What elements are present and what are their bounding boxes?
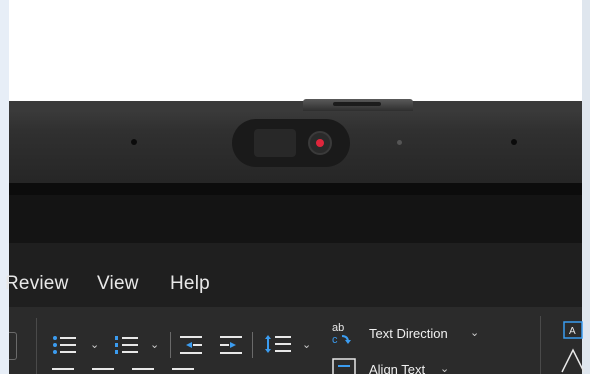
screen-top-edge <box>9 183 582 195</box>
numbering-button[interactable] <box>114 334 142 356</box>
tab-help[interactable]: Help <box>170 273 210 295</box>
right-gutter <box>582 0 590 374</box>
shape-icon: A <box>560 320 586 374</box>
bullets-icon <box>52 334 80 356</box>
line-spacing-icon <box>264 332 294 356</box>
webcam-shutter-tab <box>303 99 413 111</box>
numbering-dropdown-chevron[interactable]: ⌄ <box>150 338 159 351</box>
text-direction-button[interactable]: ab c <box>330 320 356 346</box>
bullets-dropdown-chevron[interactable]: ⌄ <box>90 338 99 351</box>
decrease-indent-icon <box>178 334 204 356</box>
svg-text:ab: ab <box>332 322 344 334</box>
webcam-lens-icon <box>308 131 332 155</box>
tab-view[interactable]: View <box>97 273 139 295</box>
align-text-icon <box>332 358 358 374</box>
group-separator-2 <box>540 316 541 374</box>
ribbon-tab-bar <box>9 243 582 307</box>
sensor-dot-middle <box>397 140 402 145</box>
screenshot-frame: Review View Help ⌄ ⌄ ⌄ ab c Text Directi… <box>0 0 590 374</box>
inline-separator-2 <box>252 332 253 358</box>
left-gutter <box>0 0 9 374</box>
align-text-dropdown-chevron[interactable]: ⌄ <box>440 362 449 374</box>
svg-text:A: A <box>569 326 576 337</box>
line-spacing-dropdown-chevron[interactable]: ⌄ <box>302 338 311 351</box>
text-direction-dropdown-chevron[interactable]: ⌄ <box>470 326 479 339</box>
shapes-button[interactable]: A <box>560 320 586 374</box>
inline-separator <box>170 332 171 358</box>
text-direction-label[interactable]: Text Direction <box>369 326 448 341</box>
partial-control[interactable] <box>9 332 17 360</box>
svg-text:c: c <box>332 334 338 346</box>
sensor-dot-right <box>511 139 517 145</box>
line-spacing-button[interactable] <box>264 332 294 356</box>
align-text-button[interactable] <box>332 358 358 374</box>
alignment-row-partial <box>52 368 212 370</box>
decrease-indent-button[interactable] <box>178 334 204 356</box>
bullets-button[interactable] <box>52 334 80 356</box>
background-area <box>9 0 582 101</box>
numbering-icon <box>114 334 142 356</box>
align-text-label[interactable]: Align Text <box>369 362 425 374</box>
increase-indent-button[interactable] <box>218 334 244 356</box>
text-direction-icon: ab c <box>330 320 356 346</box>
sensor-dot-left <box>131 139 137 145</box>
webcam-privacy-window <box>254 129 296 157</box>
group-separator <box>36 318 37 374</box>
tab-review[interactable]: Review <box>5 273 69 295</box>
title-bar <box>9 195 582 243</box>
increase-indent-icon <box>218 334 244 356</box>
webcam-housing <box>232 119 350 167</box>
